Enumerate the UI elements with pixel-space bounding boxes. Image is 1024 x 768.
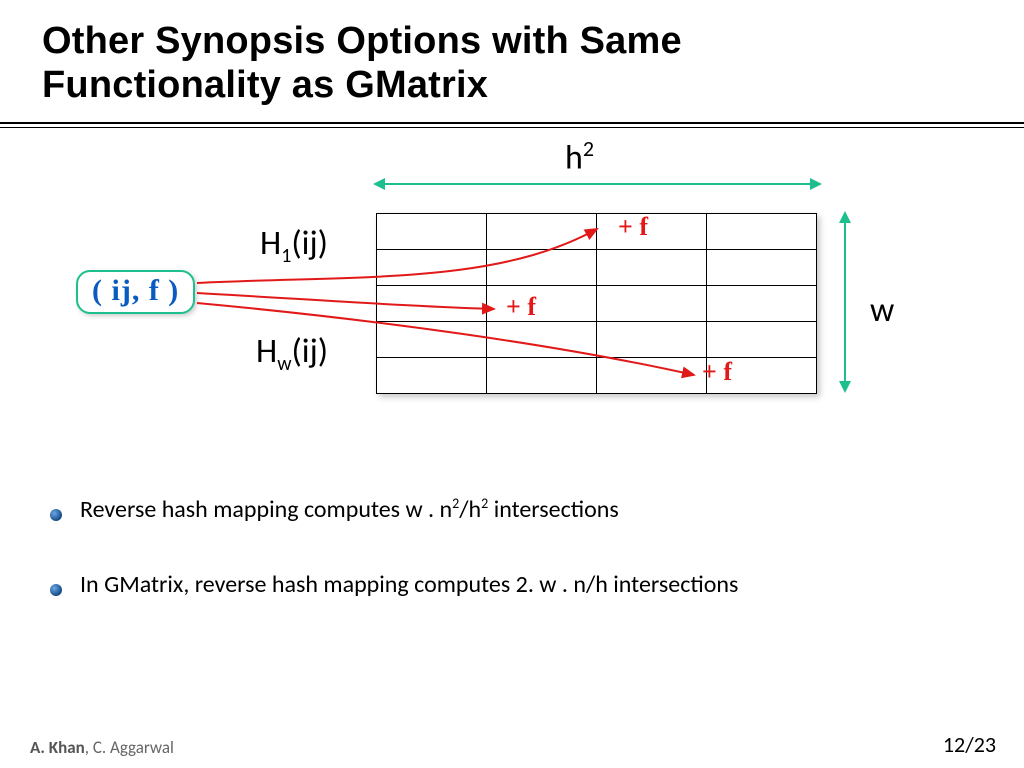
hw-H: H bbox=[256, 331, 277, 372]
h-squared-label: h2 bbox=[565, 135, 594, 178]
bullet-text-2: In GMatrix, reverse hash mapping compute… bbox=[80, 570, 738, 599]
grid bbox=[376, 213, 817, 394]
bullet-icon bbox=[50, 509, 62, 521]
h1-H: H bbox=[260, 223, 281, 264]
divider bbox=[0, 122, 1024, 128]
plus-f-3: + f bbox=[702, 357, 732, 387]
hw-sub: w bbox=[277, 352, 291, 376]
plus-f-1: + f bbox=[618, 212, 648, 242]
h2-exp: 2 bbox=[583, 135, 594, 162]
plus-f-2: + f bbox=[506, 292, 536, 322]
footer-authors: A. Khan, C. Aggarwal bbox=[30, 737, 174, 758]
ijf-box: ( ij, f ) bbox=[76, 270, 195, 314]
h1-arg: (ij) bbox=[291, 223, 328, 264]
grid-row bbox=[377, 358, 817, 394]
h2-base: h bbox=[565, 137, 583, 178]
grid-row bbox=[377, 214, 817, 250]
author-primary: A. Khan bbox=[30, 737, 85, 758]
h1-ij-label: H1(ij) bbox=[260, 223, 328, 268]
hw-arg: (ij) bbox=[291, 331, 328, 372]
diagram: h2 w H1(ij) Hw(ij) ( ij, f ) bbox=[0, 135, 1024, 455]
page-number: 12/23 bbox=[943, 731, 996, 758]
width-arrow bbox=[375, 183, 820, 185]
bullet-icon bbox=[50, 584, 62, 596]
slide-title: Other Synopsis Options with Same Functio… bbox=[42, 20, 682, 107]
grid-row bbox=[377, 322, 817, 358]
bullet-text-1: Reverse hash mapping computes w . n2/h2 … bbox=[80, 495, 619, 524]
h1-sub: 1 bbox=[281, 244, 291, 268]
author-secondary: , C. Aggarwal bbox=[85, 737, 174, 758]
grid-row bbox=[377, 286, 817, 322]
height-arrow bbox=[844, 213, 846, 391]
w-label: w bbox=[870, 290, 894, 331]
slide: Other Synopsis Options with Same Functio… bbox=[0, 0, 1024, 768]
bullet-list: Reverse hash mapping computes w . n2/h2 … bbox=[50, 495, 738, 645]
bullet-item: In GMatrix, reverse hash mapping compute… bbox=[50, 570, 738, 599]
bullet-item: Reverse hash mapping computes w . n2/h2 … bbox=[50, 495, 738, 524]
grid-row bbox=[377, 250, 817, 286]
hw-ij-label: Hw(ij) bbox=[256, 331, 328, 376]
title-line-1: Other Synopsis Options with Same bbox=[42, 20, 682, 62]
title-line-2: Functionality as GMatrix bbox=[42, 64, 488, 106]
